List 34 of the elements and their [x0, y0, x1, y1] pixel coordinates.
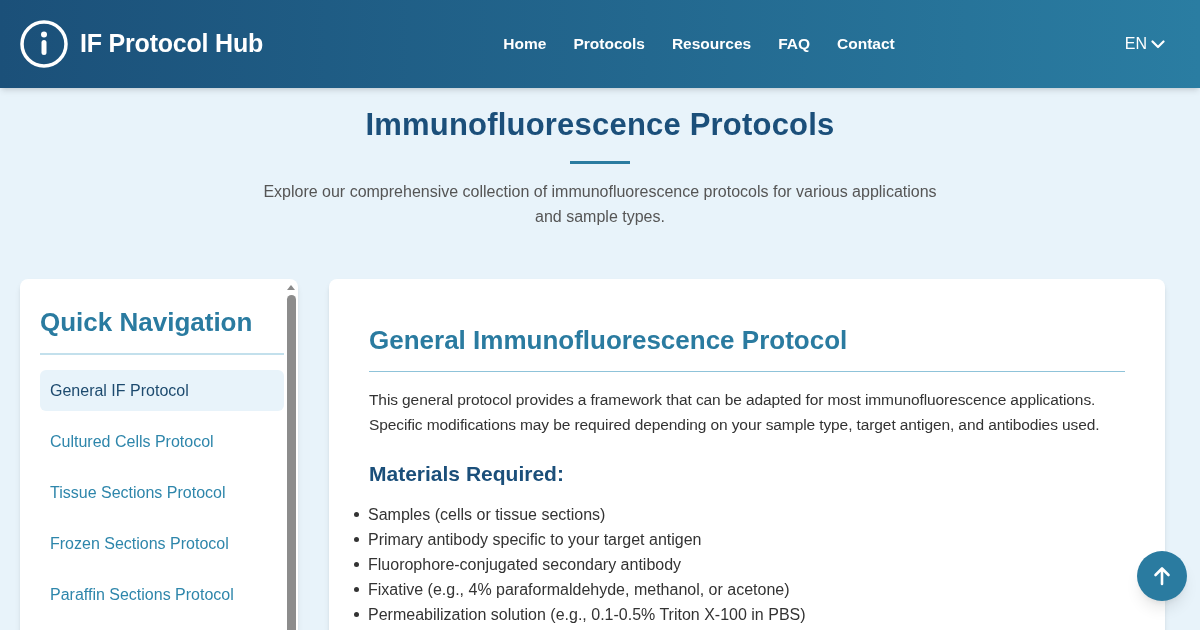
- scrollbar-thumb[interactable]: [286, 295, 296, 630]
- bullet-icon: [354, 512, 359, 517]
- bullet-icon: [354, 562, 359, 567]
- info-logo-icon: [20, 20, 68, 68]
- nav-link[interactable]: Contact: [837, 32, 895, 56]
- sidebar-link[interactable]: Paraffin Sections Protocol: [40, 574, 284, 615]
- site-logo-link[interactable]: IF Protocol Hub: [20, 20, 264, 68]
- subsection-heading: Materials Required:: [369, 461, 565, 487]
- list-item-text: Fixative (e.g., 4% paraformaldehyde, methanol, or acetone): [368, 579, 790, 600]
- language-selector[interactable]: EN: [1124, 32, 1165, 56]
- intro-paragraph: This general protocol provides a framework that can be adapted for most immunofluorescence applications. Specific modifications may be required depending on your sample type, target antigen, and antibodies used.: [369, 390, 1101, 435]
- bullet-icon: [354, 612, 359, 617]
- section-title: General Immunofluorescence Protocol: [369, 324, 849, 357]
- nav-link[interactable]: Resources: [671, 32, 752, 56]
- bullet-icon: [354, 537, 359, 542]
- bullet-icon: [354, 587, 359, 592]
- arrow-up-icon: [1153, 566, 1171, 586]
- page-subtitle: Explore our comprehensive collection of immunofluorescence protocols for various applications and sample types.: [262, 182, 938, 227]
- panel-title: Quick Navigation: [40, 306, 254, 339]
- sidebar-link[interactable]: Tissue Sections Protocol: [40, 472, 284, 513]
- list-item-text: Fluorophore-conjugated secondary antibody: [368, 554, 682, 575]
- sidebar-link[interactable]: General IF Protocol: [40, 370, 284, 411]
- list-item-text: Permeabilization solution (e.g., 0.1-0.5% Triton X-100 in PBS): [368, 604, 806, 625]
- nav-link[interactable]: Home: [503, 32, 547, 56]
- nav-link[interactable]: FAQ: [778, 32, 811, 56]
- nav-link[interactable]: Protocols: [573, 32, 645, 56]
- sidebar-link[interactable]: Cultured Cells Protocol: [40, 421, 284, 462]
- back-to-top-button[interactable]: [1137, 551, 1187, 601]
- chevron-down-icon: [1151, 39, 1165, 49]
- list-item-text: Primary antibody specific to your target antigen: [368, 529, 702, 550]
- page-title: Immunofluorescence Protocols: [365, 106, 835, 144]
- list-item-text: Samples (cells or tissue sections): [368, 504, 606, 525]
- scroll-up-arrow-icon[interactable]: [287, 285, 295, 290]
- sidebar-link[interactable]: Frozen Sections Protocol: [40, 523, 284, 564]
